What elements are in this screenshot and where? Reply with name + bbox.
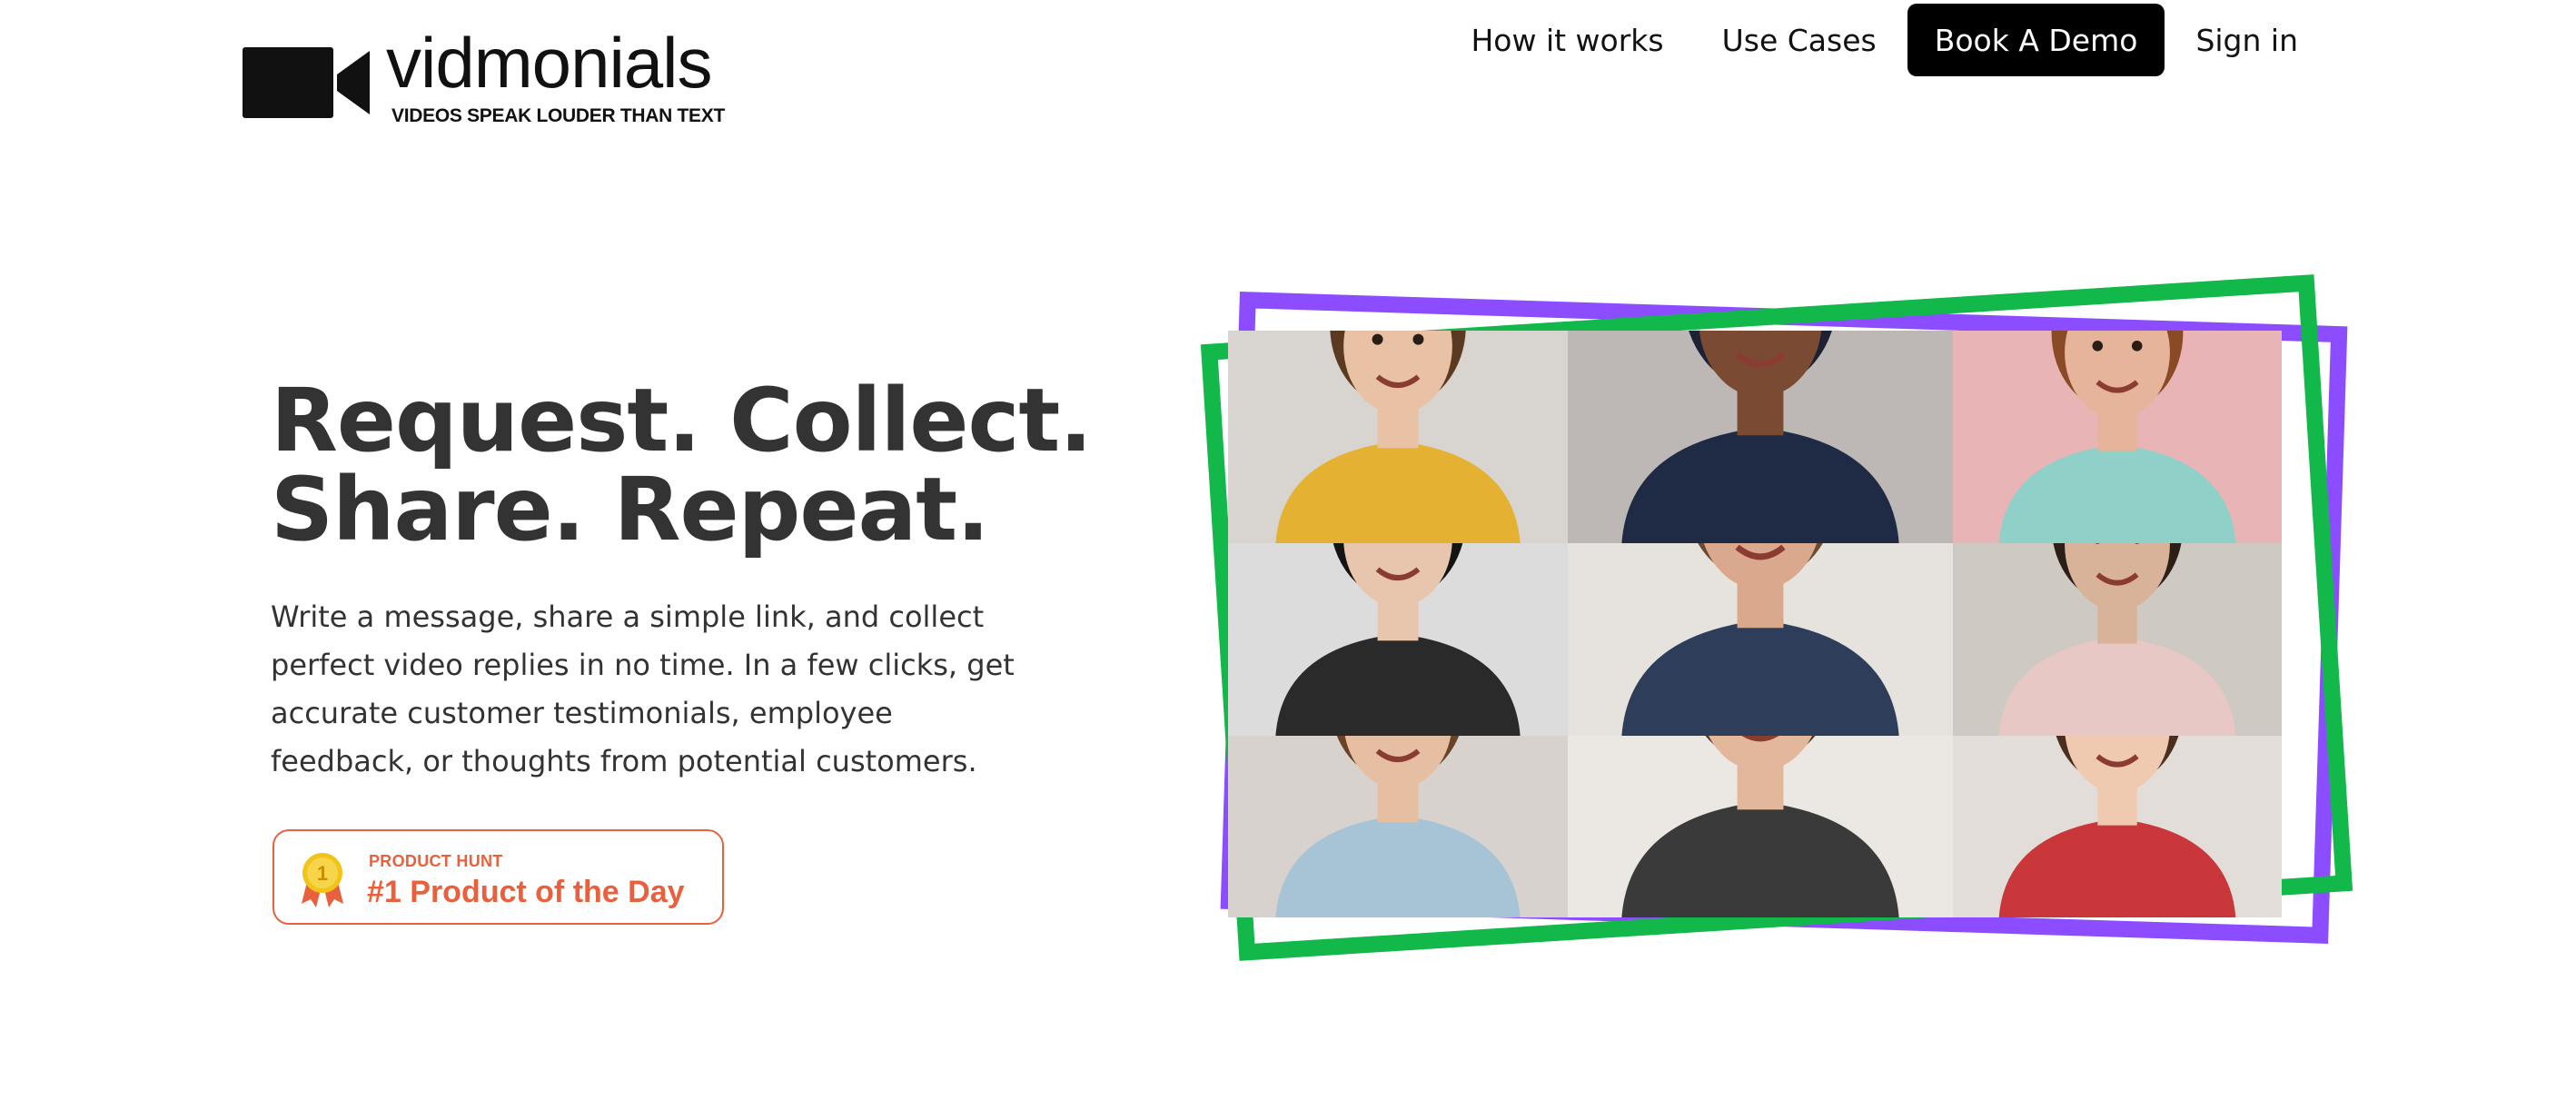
brand-tagline: VIDEOS SPEAK LOUDER THAN TEXT (391, 105, 726, 126)
brand-name: vidmonials (386, 23, 712, 103)
hero-description: Write a message, share a simple link, an… (271, 600, 1015, 778)
video-grid (1228, 331, 2282, 917)
person-avatar (1998, 543, 2236, 736)
video-tile (1953, 736, 2282, 917)
main-nav: How it works Use Cases Book A Demo Sign … (1471, 4, 2298, 76)
product-hunt-badge[interactable]: 1 PRODUCT HUNT #1 Product of the Day (272, 829, 724, 925)
nav-how-it-works[interactable]: How it works (1471, 23, 1663, 58)
person-avatar (1621, 736, 1899, 917)
video-tile (1568, 736, 1953, 917)
person-avatar (1275, 331, 1521, 543)
badge-title: #1 Product of the Day (367, 875, 685, 909)
book-demo-button[interactable]: Book A Demo (1907, 4, 2165, 76)
video-tile (1953, 331, 2282, 543)
video-tile (1568, 331, 1953, 543)
video-tile (1228, 543, 1568, 736)
hero-title: Request. Collect. Share. Repeat. (271, 370, 1093, 560)
video-tile (1228, 736, 1568, 917)
brand-logo[interactable]: vidmonials VIDEOS SPEAK LOUDER THAN TEXT (243, 27, 733, 133)
medal-icon: 1 (302, 853, 343, 907)
person-avatar (1275, 543, 1521, 736)
person-avatar (1621, 543, 1899, 736)
person-avatar (1998, 331, 2236, 543)
hero-title-line-2: Share. Repeat. (271, 459, 990, 560)
person-avatar (1998, 736, 2236, 917)
person-avatar (1621, 331, 1899, 543)
hero-title-line-1: Request. Collect. (271, 370, 1093, 471)
video-tile (1568, 543, 1953, 736)
nav-sign-in[interactable]: Sign in (2195, 23, 2298, 58)
medal-number: 1 (317, 862, 328, 885)
video-tile (1228, 331, 1568, 543)
video-camera-icon (243, 47, 370, 118)
nav-use-cases[interactable]: Use Cases (1722, 23, 1877, 58)
video-tile (1953, 543, 2282, 736)
video-collage (1172, 254, 2353, 1008)
person-avatar (1275, 736, 1521, 917)
badge-kicker: PRODUCT HUNT (369, 852, 503, 870)
